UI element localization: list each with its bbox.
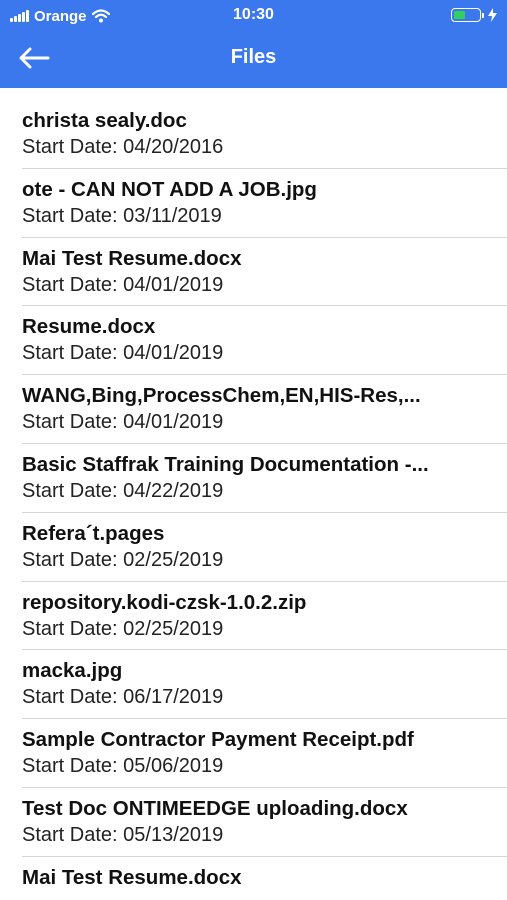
- file-name: macka.jpg: [22, 659, 123, 683]
- file-name: Refera´t.pages: [22, 521, 165, 545]
- file-list-item[interactable]: ote - CAN NOT ADD A JOB.jpg Start Date: 0…: [0, 169, 507, 238]
- file-list-item[interactable]: repository.kodi-czsk-1.0.2.zip Start Date…: [0, 582, 507, 651]
- page-title: Files: [230, 46, 277, 68]
- file-name: Mai Test Resume.docx: [22, 246, 242, 270]
- file-list-item[interactable]: macka.jpg Start Date: 06/17/2019: [0, 650, 507, 719]
- file-name: Basic Staffrak Training Documentation -.…: [22, 452, 429, 476]
- nav-bar: Files: [0, 32, 507, 88]
- status-time: 10:30: [233, 6, 274, 23]
- file-name: ote - CAN NOT ADD A JOB.jpg: [22, 177, 317, 201]
- file-name: christa sealy.doc: [22, 109, 187, 132]
- battery-level: [454, 11, 465, 19]
- file-name: Sample Contractor Payment Receipt.pdf: [22, 728, 414, 752]
- file-start-date: Start Date: 06/17/2019: [22, 686, 224, 709]
- file-start-date: Start Date: 04/20/2016: [22, 136, 224, 158]
- file-list-item[interactable]: christa sealy.doc Start Date: 04/20/2016: [0, 100, 507, 169]
- file-list-item[interactable]: Mai Test Resume.docx: [0, 857, 507, 900]
- file-name: Mai Test Resume.docx: [22, 865, 242, 889]
- file-name: repository.kodi-czsk-1.0.2.zip: [22, 590, 307, 614]
- file-start-date: Start Date: 02/25/2019: [22, 617, 224, 640]
- battery-icon: [451, 8, 481, 22]
- battery-nub: [482, 12, 484, 18]
- file-list-item[interactable]: Sample Contractor Payment Receipt.pdf Sta…: [0, 719, 507, 788]
- file-list-item[interactable]: Basic Staffrak Training Documentation -.…: [0, 444, 507, 513]
- file-list-item[interactable]: WANG,Bing,ProcessChem,EN,HIS-Res,... Star…: [0, 375, 507, 444]
- file-name: WANG,Bing,ProcessChem,EN,HIS-Res,...: [22, 384, 421, 408]
- file-start-date: Start Date: 05/13/2019: [22, 823, 224, 846]
- file-list-item[interactable]: Test Doc ONTIMEEDGE uploading.docx Start …: [0, 788, 507, 857]
- charging-icon: [488, 8, 497, 22]
- file-start-date: Start Date: 02/25/2019: [22, 548, 224, 571]
- file-start-date: Start Date: 03/11/2019: [22, 204, 222, 227]
- file-name: Test Doc ONTIMEEDGE uploading.docx: [22, 796, 408, 820]
- file-start-date: Start Date: 04/22/2019: [22, 479, 224, 502]
- file-start-date: Start Date: 04/01/2019: [22, 273, 224, 296]
- status-right: [451, 8, 497, 22]
- file-list-item[interactable]: Refera´t.pages Start Date: 02/25/2019: [0, 513, 507, 582]
- file-start-date: Start Date: 04/01/2019: [22, 411, 224, 434]
- file-list-item[interactable]: Mai Test Resume.docx Start Date: 04/01/20…: [0, 238, 507, 307]
- file-list[interactable]: christa sealy.doc Start Date: 04/20/2016 o…: [0, 100, 507, 900]
- status-bar: Orange 10:30: [0, 0, 507, 32]
- file-name: Resume.docx: [22, 315, 156, 339]
- file-start-date: Start Date: 05/06/2019: [22, 755, 224, 778]
- file-list-item[interactable]: Resume.docx Start Date: 04/01/2019: [0, 306, 507, 375]
- file-start-date: Start Date: 04/01/2019: [22, 342, 224, 365]
